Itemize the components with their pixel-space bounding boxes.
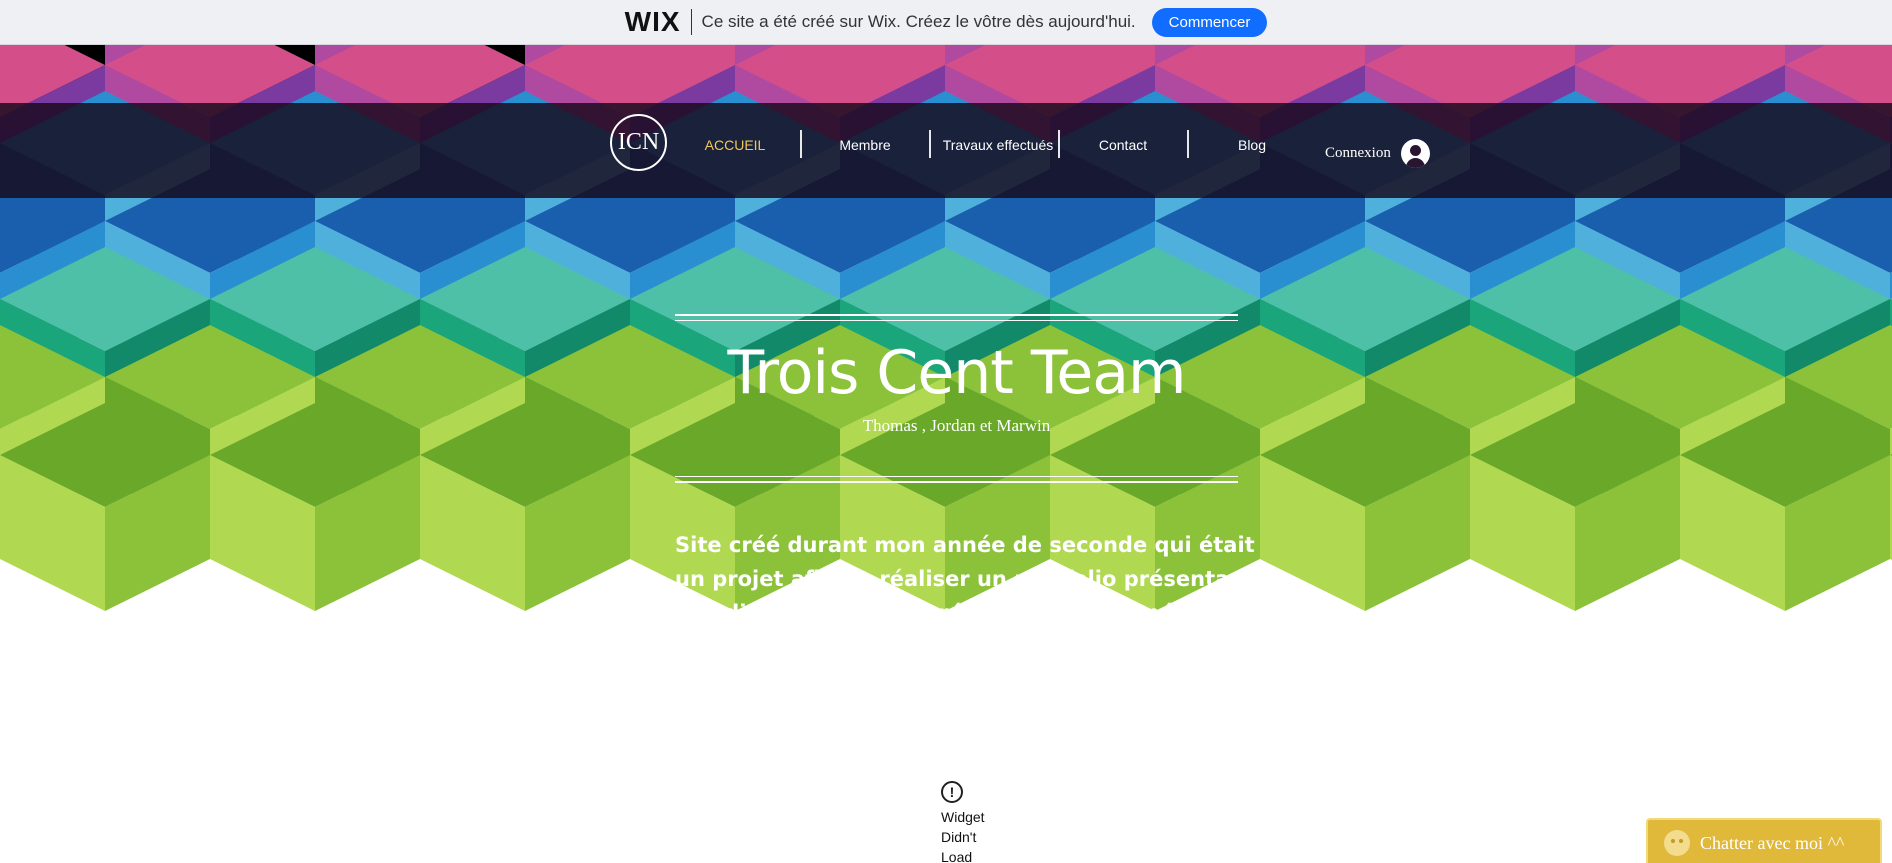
wix-banner-message: Ce site a été créé sur Wix. Créez le vôt… [701,12,1136,31]
widget-error: ! Widget Didn't Load [941,781,1001,863]
nav-divider [1187,130,1189,158]
title-rule-top-thin [675,320,1238,321]
wix-banner: WIX Ce site a été créé sur Wix. Créez le… [0,0,1892,45]
start-button[interactable]: Commencer [1151,7,1268,37]
nav-divider [800,130,802,158]
user-avatar-icon [1400,139,1430,168]
title-rule-bottom [675,481,1238,483]
nav-divider [1058,130,1060,158]
nav-divider [929,130,931,158]
nav-item-membre[interactable]: Membre [825,133,905,157]
widget-error-line: Widget [941,809,985,825]
wix-divider [690,9,692,35]
chat-button[interactable]: Chatter avec moi ^^ [1646,818,1882,863]
nav-item-blog[interactable]: Blog [1212,133,1292,157]
login-button[interactable]: Connexion [1325,139,1430,168]
page-title: Trois Cent Team [727,338,1187,408]
nav-item-accueil[interactable]: ACCUEIL [695,133,775,157]
widget-error-line: Load [941,849,973,863]
login-label: Connexion [1325,145,1391,161]
page-subtitle: Thomas , Jordan et Marwin [862,416,1051,435]
warning-icon: ! [941,781,963,803]
title-rule-top [675,314,1238,316]
chat-label: Chatter avec moi ^^ [1700,832,1845,853]
chat-face-icon [1664,830,1690,856]
wix-logo[interactable]: WIX [625,8,681,36]
hero-description: Site créé durant mon année de seconde qu… [675,533,1255,659]
wix-banner-content: WIX Ce site a été créé sur Wix. Créez le… [625,7,1268,37]
site-header: ICN ACCUEIL Membre Travaux effectués Con… [0,103,1892,198]
widget-error-line: Didn't [941,829,977,845]
nav-item-contact[interactable]: Contact [1083,133,1163,157]
nav-item-travaux[interactable]: Travaux effectués [938,133,1058,157]
title-rule-bottom-thin [675,476,1238,477]
site-logo[interactable]: ICN [610,114,667,171]
